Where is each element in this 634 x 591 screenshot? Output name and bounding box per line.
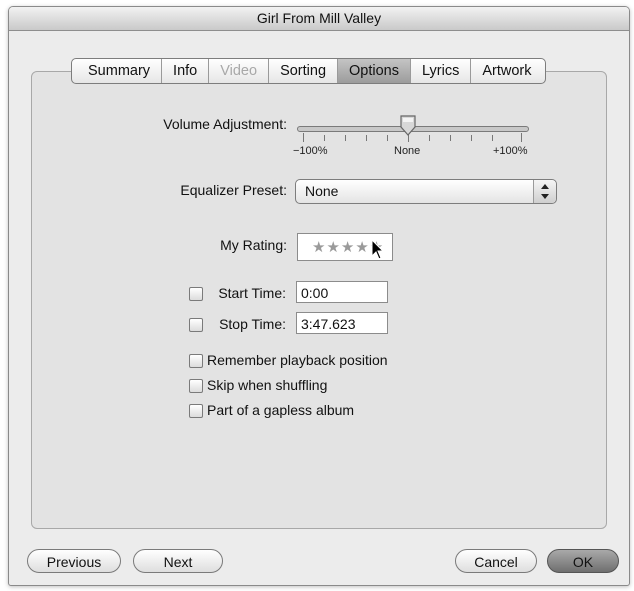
window-title: Girl From Mill Valley — [9, 7, 629, 31]
remember-playback-label[interactable]: Remember playback position — [207, 352, 388, 368]
slider-tick — [303, 133, 304, 142]
stop-time-checkbox[interactable] — [189, 318, 203, 332]
slider-tick — [450, 135, 451, 141]
remember-playback-checkbox[interactable] — [189, 354, 203, 368]
ok-button[interactable]: OK — [547, 549, 619, 573]
my-rating-label: My Rating: — [220, 237, 287, 253]
slider-tick — [366, 135, 367, 141]
tab-info[interactable]: Info — [161, 59, 208, 83]
cancel-button[interactable]: Cancel — [455, 549, 537, 573]
stop-time-field[interactable]: 3:47.623 — [296, 312, 388, 334]
volume-adjustment-label: Volume Adjustment: — [163, 116, 287, 132]
volume-max-label: +100% — [493, 145, 528, 157]
volume-mid-label: None — [394, 145, 421, 157]
volume-min-label: −100% — [293, 145, 328, 157]
slider-tick — [324, 135, 325, 141]
slider-tick — [429, 135, 430, 141]
tab-summary[interactable]: Summary — [72, 59, 161, 83]
tab-lyrics[interactable]: Lyrics — [410, 59, 470, 83]
slider-tick — [492, 135, 493, 141]
start-time-label: Start Time: — [218, 285, 286, 301]
start-time-checkbox[interactable] — [189, 287, 203, 301]
slider-tick — [521, 133, 522, 142]
tab-sorting[interactable]: Sorting — [268, 59, 337, 83]
info-dialog-window: Girl From Mill Valley Summary Info Video… — [8, 6, 630, 586]
gapless-album-checkbox[interactable] — [189, 404, 203, 418]
equalizer-preset-value: None — [305, 183, 339, 199]
slider-tick — [345, 135, 346, 141]
slider-thumb-icon[interactable] — [399, 115, 417, 137]
tab-bar: Summary Info Video Sorting Options Lyric… — [71, 58, 547, 84]
skip-shuffling-label[interactable]: Skip when shuffling — [207, 377, 327, 393]
equalizer-preset-label: Equalizer Preset: — [180, 182, 287, 198]
tab-video: Video — [208, 59, 268, 83]
stop-time-label: Stop Time: — [219, 316, 286, 332]
gapless-album-label[interactable]: Part of a gapless album — [207, 402, 354, 418]
tab-options[interactable]: Options — [337, 59, 410, 83]
skip-shuffling-checkbox[interactable] — [189, 379, 203, 393]
pointer-cursor-icon — [371, 239, 385, 260]
updown-arrows-icon — [533, 180, 556, 203]
slider-tick — [387, 135, 388, 141]
next-button[interactable]: Next — [133, 549, 223, 573]
equalizer-preset-popup[interactable]: None — [295, 179, 557, 204]
slider-tick — [471, 135, 472, 141]
tab-artwork[interactable]: Artwork — [470, 59, 545, 83]
start-time-field[interactable]: 0:00 — [296, 281, 388, 303]
previous-button[interactable]: Previous — [27, 549, 121, 573]
